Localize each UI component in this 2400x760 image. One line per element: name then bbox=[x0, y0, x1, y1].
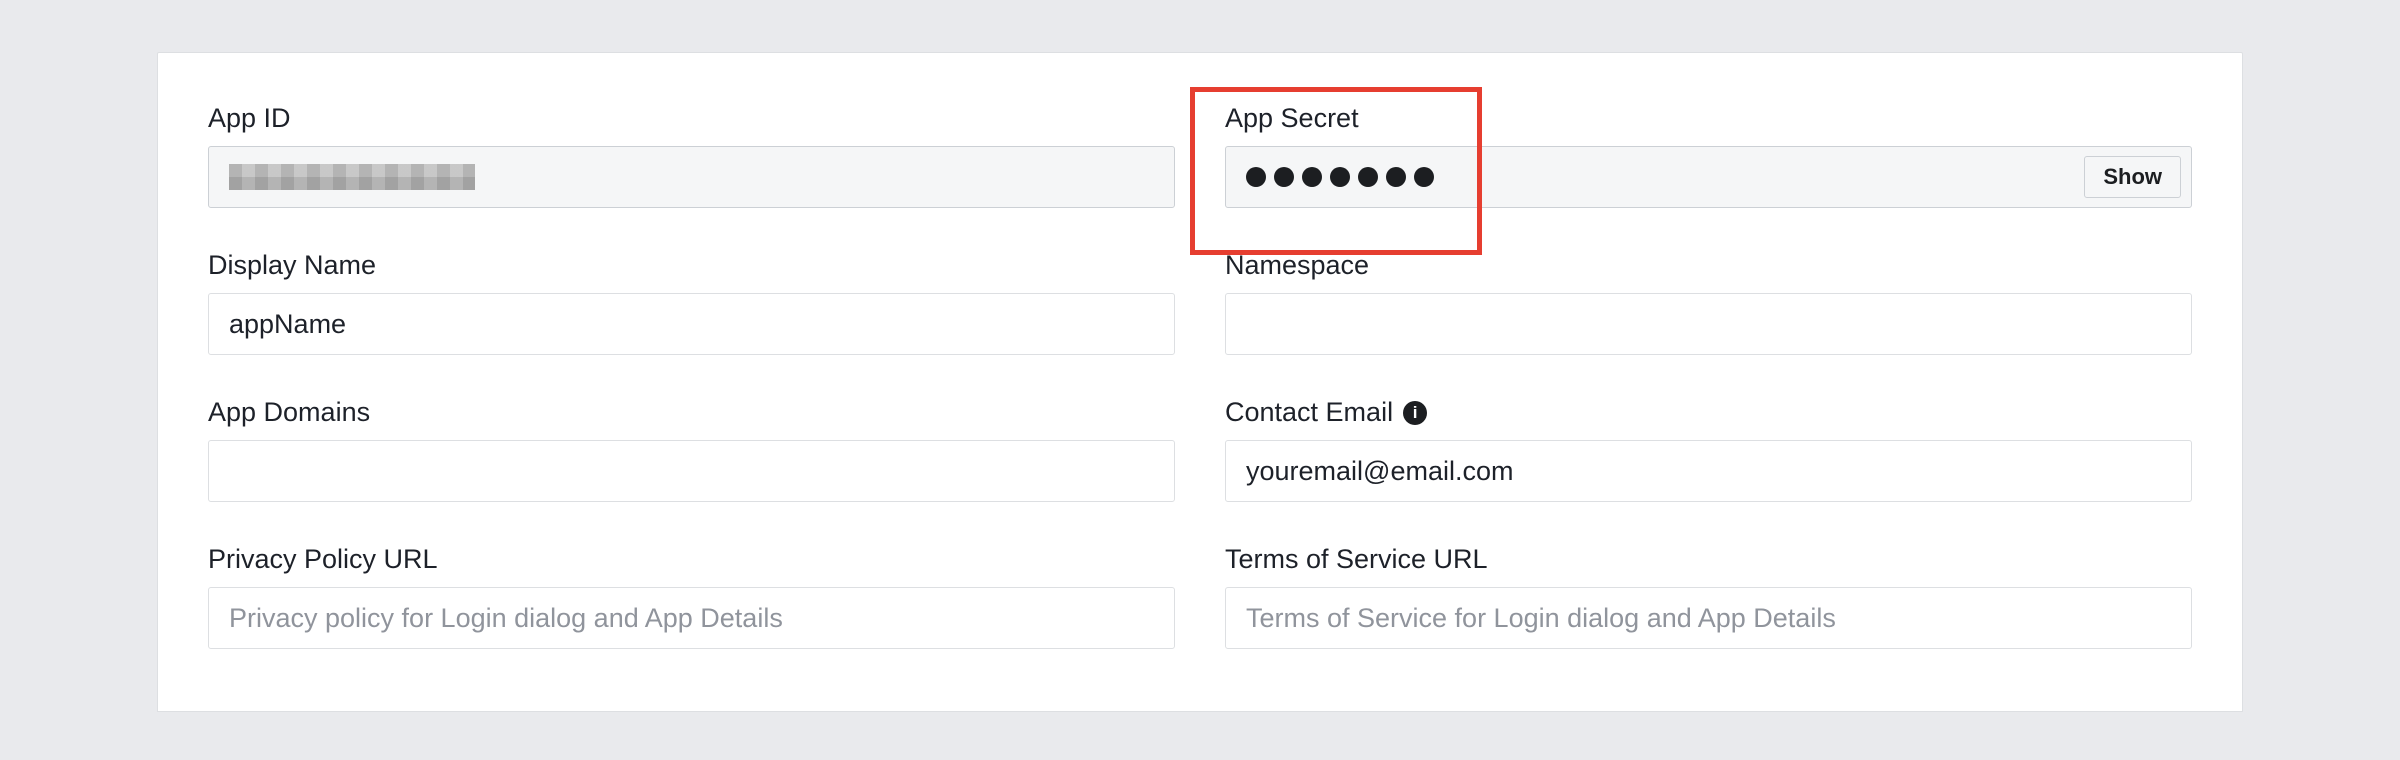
app-domains-field[interactable] bbox=[208, 440, 1175, 502]
app-secret-masked-value bbox=[1246, 167, 1434, 187]
app-id-field bbox=[208, 146, 1175, 208]
app-domains-input[interactable] bbox=[229, 456, 1154, 487]
tos-url-label: Terms of Service URL bbox=[1225, 544, 2192, 575]
namespace-label: Namespace bbox=[1225, 250, 2192, 281]
app-id-redacted-value bbox=[229, 164, 475, 190]
tos-url-field[interactable] bbox=[1225, 587, 2192, 649]
namespace-input[interactable] bbox=[1246, 309, 2171, 340]
tos-url-input[interactable] bbox=[1246, 603, 2171, 634]
namespace-field[interactable] bbox=[1225, 293, 2192, 355]
app-secret-label: App Secret bbox=[1225, 103, 2192, 134]
privacy-url-field[interactable] bbox=[208, 587, 1175, 649]
display-name-input[interactable] bbox=[229, 309, 1154, 340]
show-secret-button[interactable]: Show bbox=[2084, 156, 2181, 198]
contact-email-field[interactable] bbox=[1225, 440, 2192, 502]
contact-email-label-text: Contact Email bbox=[1225, 397, 1393, 428]
app-id-label: App ID bbox=[208, 103, 1175, 134]
info-icon[interactable]: i bbox=[1403, 401, 1427, 425]
app-domains-label: App Domains bbox=[208, 397, 1175, 428]
privacy-url-input[interactable] bbox=[229, 603, 1154, 634]
display-name-label: Display Name bbox=[208, 250, 1175, 281]
privacy-url-label: Privacy Policy URL bbox=[208, 544, 1175, 575]
contact-email-label: Contact Email i bbox=[1225, 397, 2192, 428]
display-name-field[interactable] bbox=[208, 293, 1175, 355]
settings-card: App ID App Secret Show Display Name Name… bbox=[157, 52, 2243, 712]
app-secret-field: Show bbox=[1225, 146, 2192, 208]
contact-email-input[interactable] bbox=[1246, 456, 2171, 487]
